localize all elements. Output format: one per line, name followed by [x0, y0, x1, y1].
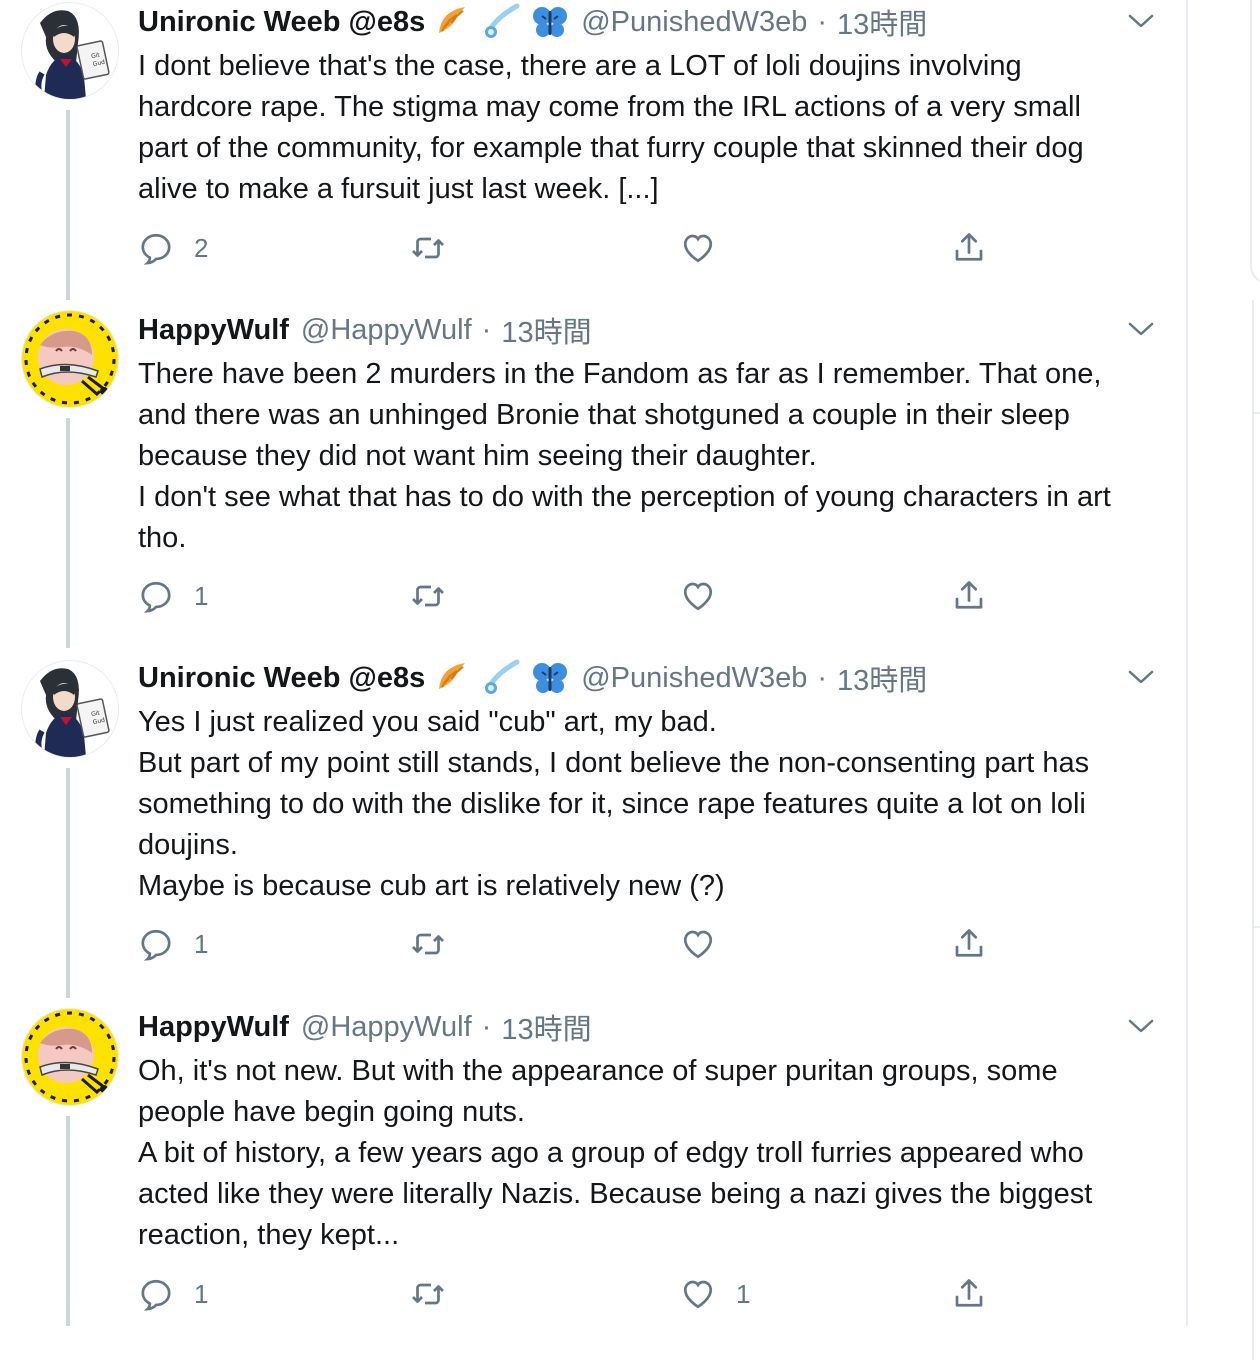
- reply-count: 1: [194, 580, 209, 611]
- tweet[interactable]: HappyWulf @HappyWulf · 13時間 There have been …: [0, 310, 1190, 650]
- chevron-down-icon[interactable]: [1126, 314, 1156, 344]
- avatar[interactable]: Git Gud: [21, 2, 119, 100]
- tweet-header: HappyWulf @HappyWulf · 13時間: [138, 310, 592, 350]
- reply-icon: [138, 230, 174, 266]
- display-name[interactable]: Unironic Weeb @e8s: [138, 6, 425, 39]
- tweet-header: Unironic Weeb @e8s @PunishedW3eb · 13時間: [138, 658, 927, 698]
- share-icon: [951, 926, 987, 962]
- comet-emoji: [483, 3, 521, 41]
- reply-count: 1: [194, 1278, 209, 1309]
- timestamp[interactable]: 13時間: [837, 1, 927, 43]
- user-handle[interactable]: @PunishedW3eb: [581, 662, 807, 695]
- share-icon: [951, 230, 987, 266]
- croissant-emoji: [435, 3, 473, 41]
- avatar[interactable]: [21, 1008, 119, 1106]
- thread-line: [66, 110, 70, 300]
- separator-dot: ·: [481, 313, 492, 346]
- like-button[interactable]: 1: [680, 1274, 750, 1314]
- chevron-down-icon[interactable]: [1126, 662, 1156, 692]
- share-button[interactable]: [951, 228, 987, 268]
- avatar[interactable]: Git Gud: [21, 660, 119, 758]
- heart-icon: [680, 926, 716, 962]
- tweet-actions: 1: [138, 576, 1038, 616]
- separator-dot: ·: [817, 5, 828, 38]
- timestamp[interactable]: 13時間: [501, 309, 591, 351]
- reply-button[interactable]: 1: [138, 1274, 208, 1314]
- sidebar-divider: [1254, 926, 1260, 928]
- tweet-text: Oh, it's not new. But with the appearanc…: [138, 1055, 1093, 1251]
- share-button[interactable]: [951, 924, 987, 964]
- avatar[interactable]: [21, 310, 119, 408]
- chevron-down-icon[interactable]: [1126, 1011, 1156, 1041]
- like-button[interactable]: [680, 924, 736, 964]
- thread-line: [66, 1116, 70, 1326]
- reply-count: 2: [194, 232, 209, 263]
- tweet[interactable]: HappyWulf @HappyWulf · 13時間 Oh, it's not new…: [0, 1008, 1190, 1348]
- tweet-thread: Git Gud Unironic Weeb @e8s @PunishedW3eb · 13…: [0, 0, 1190, 1326]
- display-name[interactable]: HappyWulf: [138, 1011, 289, 1044]
- share-icon: [951, 578, 987, 614]
- sidebar-panel-edge: [1252, 300, 1260, 1360]
- butterfly-emoji: [531, 3, 569, 41]
- heart-icon: [680, 230, 716, 266]
- timeline-border: [1186, 0, 1188, 1326]
- like-count: 1: [736, 1278, 751, 1309]
- retweet-button[interactable]: [410, 924, 466, 964]
- tweet-text: There have been 2 murders in the Fandom …: [138, 358, 1111, 554]
- separator-dot: ·: [817, 661, 828, 694]
- share-button[interactable]: [951, 1274, 987, 1314]
- heart-icon: [680, 1276, 716, 1312]
- tweet-header: HappyWulf @HappyWulf · 13時間: [138, 1007, 592, 1047]
- retweet-button[interactable]: [410, 576, 466, 616]
- thread-line: [66, 418, 70, 648]
- timestamp[interactable]: 13時間: [837, 657, 927, 699]
- user-handle[interactable]: @PunishedW3eb: [581, 6, 807, 39]
- tweet-actions: 11: [138, 1274, 1038, 1314]
- like-button[interactable]: [680, 576, 736, 616]
- sidebar-card-edge: [1250, 0, 1260, 284]
- like-button[interactable]: [680, 228, 736, 268]
- reply-icon: [138, 926, 174, 962]
- tweet[interactable]: Git Gud Unironic Weeb @e8s @PunishedW3eb · 13…: [0, 658, 1190, 1000]
- reply-icon: [138, 578, 174, 614]
- retweet-button[interactable]: [410, 228, 466, 268]
- comet-emoji: [483, 659, 521, 697]
- user-handle[interactable]: @HappyWulf: [301, 1011, 472, 1044]
- retweet-button[interactable]: [410, 1274, 466, 1314]
- reply-count: 1: [194, 928, 209, 959]
- reply-button[interactable]: 2: [138, 228, 208, 268]
- reply-button[interactable]: 1: [138, 924, 208, 964]
- tweet[interactable]: Git Gud Unironic Weeb @e8s @PunishedW3eb · 13…: [0, 0, 1190, 340]
- user-handle[interactable]: @HappyWulf: [301, 314, 472, 347]
- share-icon: [951, 1276, 987, 1312]
- retweet-icon: [410, 578, 446, 614]
- timestamp[interactable]: 13時間: [501, 1006, 591, 1048]
- display-name[interactable]: Unironic Weeb @e8s: [138, 662, 425, 695]
- tweet-header: Unironic Weeb @e8s @PunishedW3eb · 13時間: [138, 2, 927, 42]
- tweet-text: I dont believe that's the case, there ar…: [138, 50, 1084, 205]
- retweet-icon: [410, 230, 446, 266]
- tweet-actions: 2: [138, 228, 1038, 268]
- croissant-emoji: [435, 659, 473, 697]
- reply-button[interactable]: 1: [138, 576, 208, 616]
- heart-icon: [680, 578, 716, 614]
- tweet-text: Yes I just realized you said "cub" art, …: [138, 706, 1090, 902]
- tweet-actions: 1: [138, 924, 1038, 964]
- chevron-down-icon[interactable]: [1126, 6, 1156, 36]
- reply-icon: [138, 1276, 174, 1312]
- display-name[interactable]: HappyWulf: [138, 314, 289, 347]
- sidebar-divider: [1254, 412, 1260, 414]
- share-button[interactable]: [951, 576, 987, 616]
- retweet-icon: [410, 926, 446, 962]
- retweet-icon: [410, 1276, 446, 1312]
- butterfly-emoji: [531, 659, 569, 697]
- thread-line: [66, 768, 70, 998]
- separator-dot: ·: [481, 1010, 492, 1043]
